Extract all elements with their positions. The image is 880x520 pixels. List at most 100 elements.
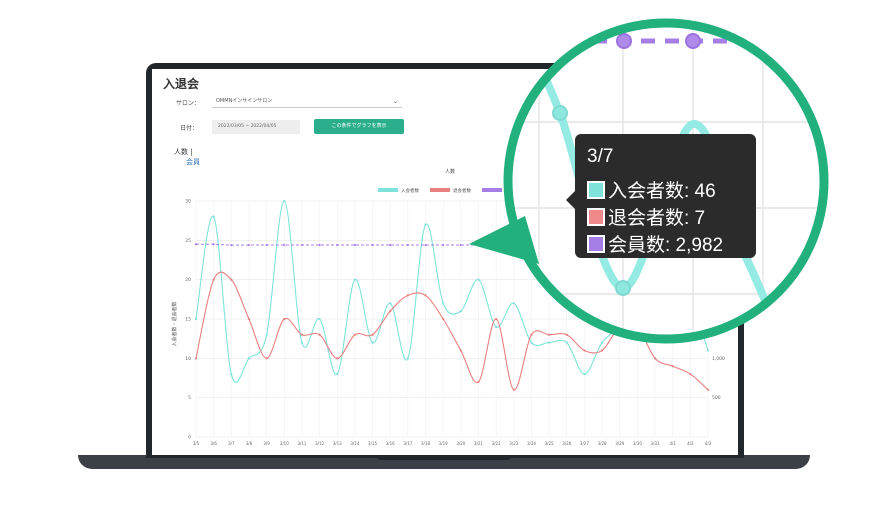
data-point	[459, 243, 462, 247]
tooltip-row-members-label: 会員数: 2,982	[608, 235, 724, 256]
data-point	[389, 310, 392, 313]
x-tick-label: 3/16	[386, 441, 395, 446]
data-point	[371, 243, 374, 247]
data-point	[442, 302, 445, 305]
tooltip-row-leave: 退会者数: 7	[587, 203, 705, 230]
data-point	[300, 243, 304, 247]
data-point	[194, 243, 198, 246]
tooltip-row-members: 会員数: 2,982	[587, 230, 723, 257]
members-swatch-icon	[587, 234, 605, 253]
legend-swatch	[378, 188, 398, 192]
data-point	[459, 349, 462, 352]
y-axis-ticks: 0 5 10 15 20 25 30	[185, 199, 191, 441]
y-tick-label: 5	[188, 395, 191, 401]
data-point	[265, 243, 268, 247]
x-tick-label: 4/2	[687, 441, 694, 446]
data-point	[406, 357, 409, 360]
x-tick-label: 3/13	[333, 441, 342, 446]
data-point	[247, 357, 251, 360]
data-point	[318, 333, 321, 336]
zoom-members-point	[685, 33, 701, 49]
data-point	[318, 317, 321, 321]
x-tick-label: 3/21	[474, 441, 483, 446]
chart-tooltip: 3/7 入会者数: 46 退会者数: 7 会員数: 2,982	[566, 134, 756, 258]
data-point	[389, 243, 392, 247]
x-tick-label: 3/15	[368, 441, 377, 446]
x-tick-label: 3/11	[297, 441, 306, 446]
x-tick-label: 3/30	[633, 441, 642, 446]
y-tick-label: 30	[185, 199, 191, 205]
x-tick-label: 3/24	[527, 441, 536, 446]
tooltip-row-join-label: 入会者数: 46	[608, 181, 716, 202]
x-tick-label: 3/9	[263, 441, 270, 446]
data-point	[230, 278, 233, 281]
x-axis-ticks: 3/5 3/6 3/7 3/8 3/9 3/10 3/11 3/12 3/13 3/14 3/15 3…	[193, 441, 712, 446]
y-tick-label: 15	[185, 317, 191, 323]
zoom-members-point	[616, 33, 632, 49]
y-axis-label: 入会者数・退会者数	[171, 301, 178, 346]
x-tick-label: 3/18	[421, 441, 430, 446]
x-tick-label: 3/14	[350, 441, 359, 446]
legend-label: 入会者数	[401, 187, 419, 194]
tooltip-arrow	[566, 191, 575, 209]
zoom-join-point	[552, 105, 568, 121]
data-point	[389, 302, 392, 305]
data-point	[336, 372, 339, 376]
data-point	[194, 357, 198, 360]
data-point	[300, 333, 304, 336]
join-swatch-icon	[587, 180, 605, 199]
data-point	[265, 357, 268, 360]
data-point	[300, 341, 304, 344]
x-tick-label: 3/5	[193, 441, 200, 446]
data-point	[336, 357, 339, 360]
zoom-leave-point	[684, 341, 698, 355]
data-point	[336, 243, 339, 247]
data-point	[265, 333, 268, 336]
x-tick-label: 3/26	[562, 441, 571, 446]
y-tick-label: 20	[185, 277, 191, 283]
data-point	[247, 243, 251, 247]
legend-swatch	[430, 188, 450, 192]
data-point	[442, 317, 445, 321]
data-point	[424, 243, 427, 247]
data-point	[212, 278, 215, 281]
data-point	[406, 243, 409, 247]
data-point	[212, 243, 215, 246]
x-tick-label: 3/7	[228, 441, 235, 446]
data-point	[247, 317, 251, 321]
data-point	[283, 317, 286, 321]
zoom-join-point	[615, 280, 631, 296]
data-point	[459, 310, 462, 313]
chart-title: 人数	[445, 168, 455, 175]
leave-swatch-icon	[587, 207, 605, 226]
data-point	[442, 243, 445, 247]
x-tick-label: 3/28	[598, 441, 607, 446]
x-tick-label: 3/20	[456, 441, 465, 446]
data-point	[371, 341, 374, 344]
data-point	[353, 243, 356, 247]
data-point	[406, 294, 409, 297]
y-tick-label: 10	[185, 356, 191, 362]
x-tick-label: 3/25	[545, 441, 554, 446]
x-tick-label: 4/3	[705, 441, 712, 446]
data-point	[353, 333, 356, 336]
data-point	[318, 243, 321, 247]
x-tick-label: 3/10	[280, 441, 289, 446]
x-tick-label: 3/27	[580, 441, 589, 446]
x-tick-label: 3/31	[651, 441, 660, 446]
x-tick-label: 3/22	[492, 441, 501, 446]
data-point	[424, 223, 427, 226]
data-point	[283, 243, 286, 247]
x-tick-label: 3/6	[210, 441, 217, 446]
data-point	[371, 333, 374, 336]
data-point	[424, 294, 427, 297]
x-tick-label: 3/19	[439, 441, 448, 446]
x-tick-label: 3/8	[246, 441, 253, 446]
x-tick-label: 3/29	[615, 441, 624, 446]
tooltip-row-leave-label: 退会者数: 7	[608, 208, 706, 229]
x-tick-label: 4/1	[669, 441, 676, 446]
y-tick-label: 25	[185, 238, 191, 244]
data-point	[283, 199, 286, 203]
x-tick-label: 3/23	[509, 441, 518, 446]
data-point	[230, 372, 233, 376]
